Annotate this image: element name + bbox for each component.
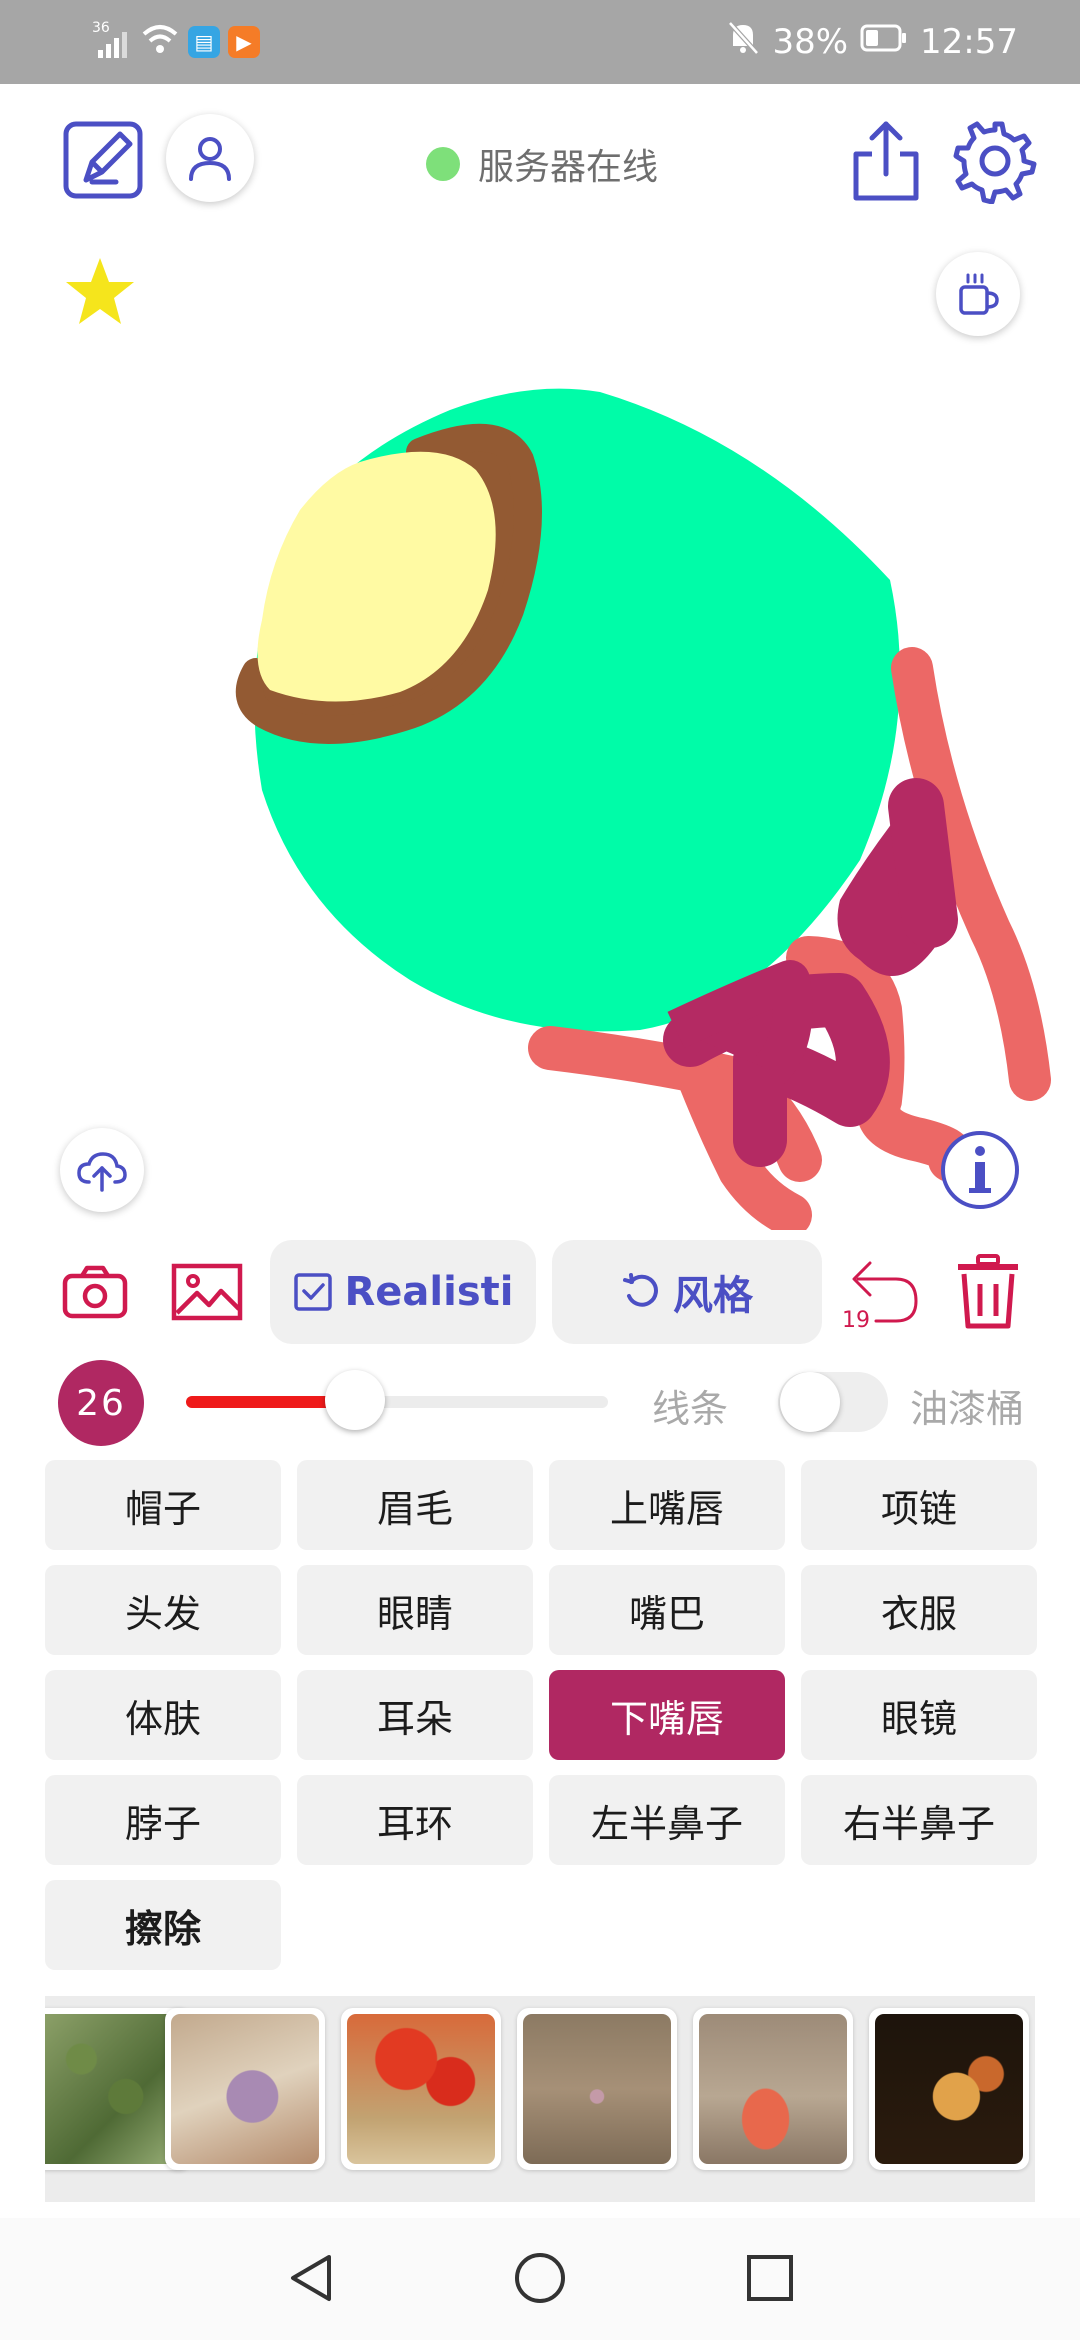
segment-label-button[interactable]: 帽子: [45, 1460, 281, 1550]
segment-label-button[interactable]: 眼睛: [297, 1565, 533, 1655]
slider-thumb[interactable]: [324, 1370, 385, 1430]
segment-label-button[interactable]: 左半鼻子: [549, 1775, 785, 1865]
server-status: 服务器在线: [426, 138, 658, 190]
style-thumbnail-strip[interactable]: [45, 1996, 1035, 2202]
cloud-upload-icon: [77, 1152, 127, 1192]
segment-label-button[interactable]: 嘴巴: [549, 1565, 785, 1655]
trash-icon[interactable]: [948, 1250, 1028, 1334]
user-button[interactable]: [166, 114, 254, 202]
info-icon[interactable]: [938, 1128, 1022, 1212]
bucket-mode-label: 油漆桶: [910, 1387, 1025, 1431]
style-thumb-4[interactable]: [517, 2008, 677, 2170]
navigation-bar: [0, 2218, 1080, 2340]
settings-icon[interactable]: [952, 118, 1038, 204]
style-thumb-2[interactable]: [165, 2008, 325, 2170]
segment-label-button[interactable]: 头发: [45, 1565, 281, 1655]
segment-label-button[interactable]: 衣服: [801, 1565, 1037, 1655]
bucket-toggle[interactable]: [778, 1372, 888, 1432]
play-app-icon: ▶: [228, 26, 260, 58]
realistic-mode-button[interactable]: Realisti: [270, 1240, 536, 1344]
battery-percent: 38%: [772, 22, 849, 62]
segment-label-button[interactable]: 耳环: [297, 1775, 533, 1865]
segment-label-button[interactable]: 上嘴唇: [549, 1460, 785, 1550]
segment-label-button[interactable]: 耳朵: [297, 1670, 533, 1760]
line-mode-label: 线条: [652, 1387, 729, 1431]
book-app-icon: ▤: [188, 26, 220, 58]
network-type: 36: [92, 20, 110, 36]
status-bar: 36 ▤ ▶ 38% 12:57: [0, 0, 1080, 84]
segment-label-button[interactable]: 右半鼻子: [801, 1775, 1037, 1865]
status-right: 38% 12:57: [726, 18, 1018, 66]
brush-size-badge: 26: [58, 1360, 144, 1446]
camera-icon[interactable]: [60, 1260, 130, 1324]
edit-icon[interactable]: [62, 118, 146, 202]
clock: 12:57: [920, 22, 1018, 62]
refresh-icon: [623, 1273, 658, 1307]
undo-button[interactable]: 19: [840, 1250, 924, 1334]
home-icon[interactable]: [510, 2248, 570, 2308]
realistic-mode-label: Realisti: [344, 1269, 514, 1315]
gallery-icon[interactable]: [170, 1260, 244, 1324]
segment-label-button[interactable]: 擦除: [45, 1880, 281, 1970]
segment-label-button[interactable]: 项链: [801, 1460, 1037, 1550]
recents-icon[interactable]: [740, 2248, 800, 2308]
drawing-canvas[interactable]: [0, 240, 1080, 1230]
battery-icon: [860, 22, 908, 62]
segment-label-button[interactable]: 下嘴唇: [549, 1670, 785, 1760]
share-icon[interactable]: [846, 118, 926, 204]
segment-label-button[interactable]: 脖子: [45, 1775, 281, 1865]
server-status-dot: [426, 147, 460, 181]
wifi-icon: [140, 22, 180, 62]
style-label: 风格: [673, 1273, 753, 1319]
server-status-label: 服务器在线: [478, 147, 659, 188]
segment-label-button[interactable]: 眼镜: [801, 1670, 1037, 1760]
style-thumb-6[interactable]: [869, 2008, 1029, 2170]
user-icon: [189, 137, 231, 181]
segment-label-button[interactable]: 体肤: [45, 1670, 281, 1760]
toggle-knob: [780, 1372, 840, 1432]
mute-bell-icon: [726, 20, 760, 65]
style-thumb-5[interactable]: [693, 2008, 853, 2170]
drawing-toolbar: Realisti 风格 19: [0, 1240, 1080, 1350]
segment-label-button[interactable]: 眉毛: [297, 1460, 533, 1550]
style-thumb-3[interactable]: [341, 2008, 501, 2170]
brush-size-slider[interactable]: [186, 1370, 608, 1430]
signal-icon: 36: [92, 20, 132, 62]
cloud-upload-button[interactable]: [60, 1128, 144, 1212]
style-button[interactable]: 风格: [552, 1240, 822, 1344]
back-icon[interactable]: [280, 2248, 340, 2308]
status-left: 36 ▤ ▶: [92, 18, 260, 66]
undo-count: 19: [842, 1308, 870, 1333]
checkbox-icon: [293, 1273, 332, 1311]
